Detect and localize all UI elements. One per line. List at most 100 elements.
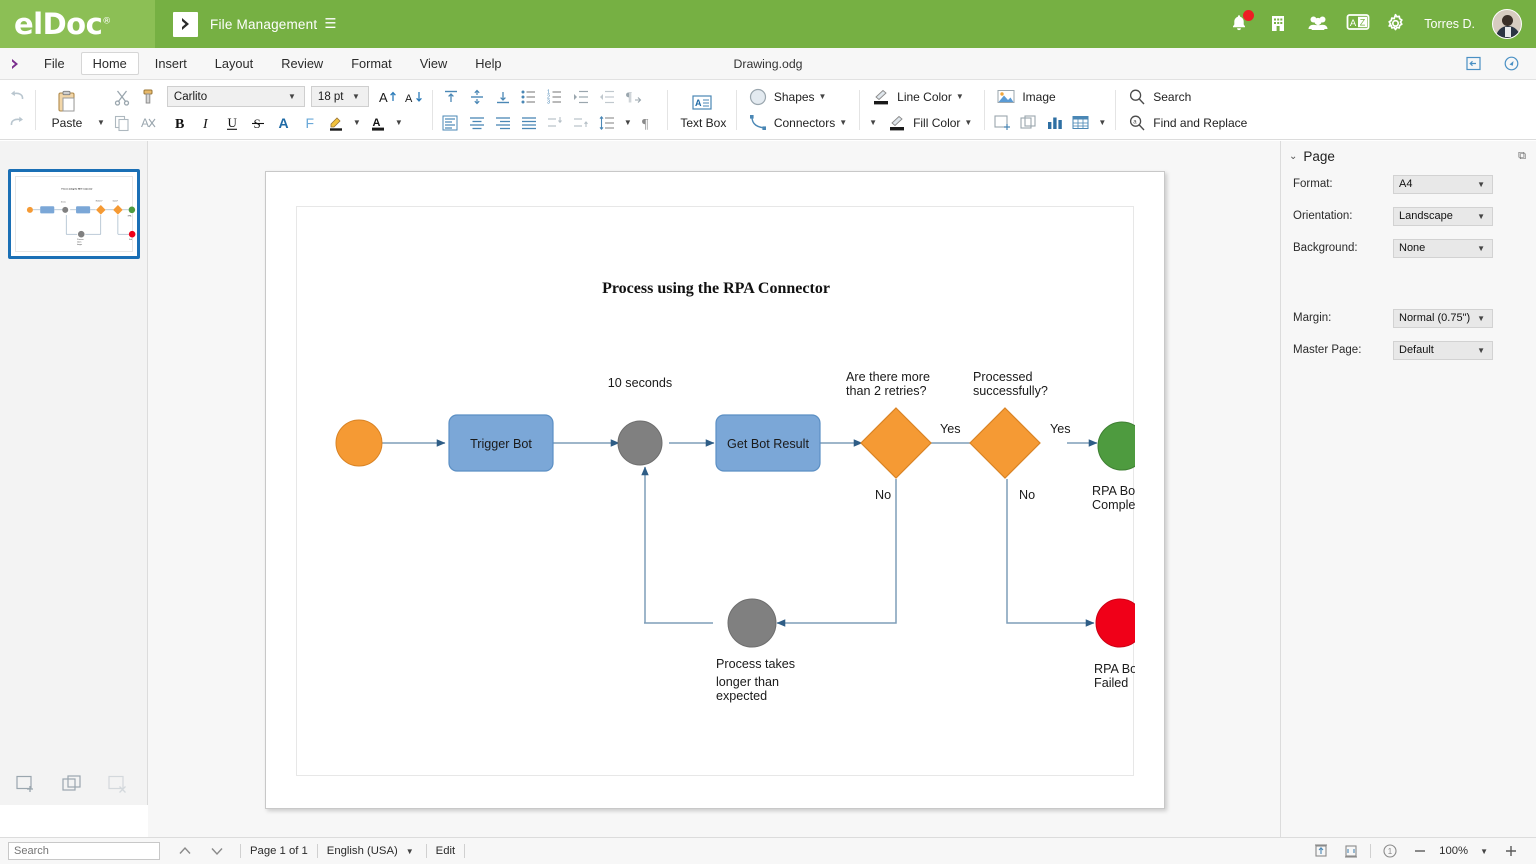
chevron-down-icon[interactable]: ⌄: [1289, 151, 1297, 162]
sidebar-section-header[interactable]: ⌄ Page ⧉: [1281, 141, 1536, 171]
find-previous-icon[interactable]: [174, 843, 196, 859]
background-select[interactable]: None ▼: [1393, 239, 1493, 258]
expand-dialog-icon[interactable]: ⧉: [1518, 150, 1526, 163]
edit-mode-indicator[interactable]: Edit: [427, 845, 464, 857]
justify-icon[interactable]: [516, 111, 542, 135]
font-size-select[interactable]: 18 pt ▼: [311, 86, 369, 107]
hamburger-menu-icon[interactable]: ☰: [324, 16, 336, 32]
bold-button[interactable]: B: [167, 111, 193, 135]
page-thumbnail[interactable]: Process using the RPA Connector 10 sec: [8, 169, 140, 259]
strikethrough-button[interactable]: S: [245, 111, 271, 135]
menu-item-help[interactable]: Help: [463, 52, 513, 75]
brand-logo[interactable]: elDoc®: [0, 0, 155, 48]
node-trigger-bot[interactable]: Trigger Bot: [449, 415, 553, 471]
single-page-view-icon[interactable]: 1: [1379, 843, 1401, 859]
collapse-ribbon-icon[interactable]: [1460, 52, 1486, 76]
language-indicator[interactable]: English (USA): [318, 845, 402, 857]
paste-dropdown-caret[interactable]: ▼: [97, 118, 105, 127]
underline-button[interactable]: U: [219, 111, 245, 135]
shapes-caret[interactable]: ▼: [819, 92, 827, 101]
fontwork-icon[interactable]: F: [297, 111, 323, 135]
insert-table-icon[interactable]: [1068, 111, 1094, 135]
text-box-icon[interactable]: A: [689, 90, 715, 116]
increase-font-size-icon[interactable]: A: [375, 85, 401, 109]
node-start[interactable]: [336, 420, 382, 466]
app-title[interactable]: File Management ☰: [210, 16, 337, 32]
canvas-area[interactable]: Process using the RPA Connector: [148, 141, 1280, 837]
paste-button[interactable]: Paste: [41, 84, 93, 136]
node-retries-decision[interactable]: [861, 408, 931, 478]
move-up-list-icon[interactable]: [568, 111, 594, 135]
format-select[interactable]: A4 ▼: [1393, 175, 1493, 194]
numbered-list-icon[interactable]: 123: [542, 85, 568, 109]
zoom-caret-icon[interactable]: ▼: [1480, 847, 1488, 856]
align-top-icon[interactable]: [438, 85, 464, 109]
line-spacing-icon[interactable]: [594, 111, 620, 135]
find-next-icon[interactable]: [206, 843, 228, 859]
font-color-a-icon[interactable]: A: [271, 111, 297, 135]
menu-item-insert[interactable]: Insert: [143, 52, 199, 75]
menu-item-format[interactable]: Format: [339, 52, 404, 75]
node-process-takes-longer[interactable]: [728, 599, 776, 647]
copy-icon[interactable]: [109, 111, 135, 135]
fill-color-caret-left[interactable]: ▼: [869, 118, 877, 127]
user-name-label[interactable]: Torres D.: [1424, 17, 1475, 31]
zoom-out-button[interactable]: [1409, 843, 1431, 859]
users-group-icon[interactable]: [1307, 13, 1329, 35]
text-box-group[interactable]: A Text Box: [673, 82, 731, 138]
node-rpa-bot-completed[interactable]: [1098, 422, 1135, 470]
align-middle-icon[interactable]: [464, 85, 490, 109]
highlight-color-icon[interactable]: [323, 111, 349, 135]
highlight-caret[interactable]: ▼: [353, 118, 361, 127]
align-right-icon[interactable]: [490, 111, 516, 135]
flowchart-diagram[interactable]: Process using the RPA Connector: [297, 207, 1133, 775]
translate-icon[interactable]: AZ: [1346, 13, 1368, 35]
line-color-button[interactable]: Line Color ▼: [865, 84, 971, 110]
menu-item-review[interactable]: Review: [269, 52, 335, 75]
italic-button[interactable]: I: [193, 111, 219, 135]
new-page-icon[interactable]: [14, 772, 38, 796]
node-rpa-bot-failed[interactable]: [1096, 599, 1135, 647]
align-left-icon[interactable]: [438, 111, 464, 135]
duplicate-object-icon[interactable]: [1016, 111, 1042, 135]
image-button[interactable]: Image: [990, 84, 1058, 110]
zoom-level-label[interactable]: 100%: [1439, 845, 1468, 857]
font-name-select[interactable]: Carlito ▼: [167, 86, 305, 107]
insert-chart-icon[interactable]: [1042, 111, 1068, 135]
clear-formatting-icon[interactable]: A: [135, 111, 161, 135]
document-page[interactable]: Process using the RPA Connector: [265, 171, 1165, 809]
formatting-marks-icon[interactable]: ¶: [636, 111, 662, 135]
decrease-indent-icon[interactable]: [594, 85, 620, 109]
status-search-input[interactable]: [8, 842, 160, 860]
margin-select[interactable]: Normal (0.75") ▼: [1393, 309, 1493, 328]
notifications-bell-icon[interactable]: [1229, 13, 1251, 35]
font-color-icon[interactable]: A: [365, 111, 391, 135]
master-page-select[interactable]: Default ▼: [1393, 341, 1493, 360]
connectors-button[interactable]: Connectors ▼: [742, 110, 854, 136]
zoom-in-button[interactable]: [1500, 843, 1522, 859]
increase-indent-icon[interactable]: [568, 85, 594, 109]
undo-icon[interactable]: [4, 85, 30, 109]
menu-item-view[interactable]: View: [408, 52, 460, 75]
duplicate-page-icon[interactable]: [60, 772, 84, 796]
ltr-paragraph-icon[interactable]: ¶: [620, 85, 646, 109]
find-and-replace-button[interactable]: a Find and Replace: [1121, 110, 1250, 136]
fit-width-icon[interactable]: [1340, 843, 1362, 859]
company-building-icon[interactable]: [1268, 13, 1290, 35]
fill-color-button[interactable]: Fill Color ▼: [881, 110, 979, 136]
menu-item-home[interactable]: Home: [81, 52, 139, 75]
settings-gear-icon[interactable]: [1385, 13, 1407, 35]
menu-item-file[interactable]: File: [32, 52, 77, 75]
align-bottom-icon[interactable]: [490, 85, 516, 109]
connectors-caret[interactable]: ▼: [839, 118, 847, 127]
bullet-list-icon[interactable]: [516, 85, 542, 109]
clone-formatting-icon[interactable]: [135, 85, 161, 109]
avatar[interactable]: [1492, 9, 1522, 39]
app-switcher-icon[interactable]: [173, 12, 198, 37]
insert-table-caret[interactable]: ▼: [1098, 118, 1106, 127]
line-color-caret[interactable]: ▼: [956, 92, 964, 101]
orientation-select[interactable]: Landscape ▼: [1393, 207, 1493, 226]
node-wait-10-seconds[interactable]: [618, 421, 662, 465]
app-chevron-icon[interactable]: [0, 57, 30, 71]
node-processed-decision[interactable]: [970, 408, 1040, 478]
